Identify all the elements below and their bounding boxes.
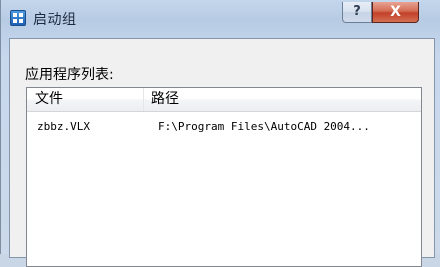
app-icon <box>10 10 26 26</box>
application-listview[interactable]: 文件 路径 zbbz.VLX F:\Program Files\AutoCAD … <box>26 87 422 267</box>
dialog-window: 启动组 ? X 应用程序列表: 文件 路径 zbbz.VLX F:\Progra… <box>0 0 440 267</box>
close-icon: X <box>390 4 401 20</box>
column-header-path[interactable]: 路径 <box>144 88 421 111</box>
list-header: 文件 路径 <box>27 88 421 112</box>
dialog-body: 应用程序列表: 文件 路径 zbbz.VLX F:\Program Files\… <box>9 38 435 267</box>
help-button[interactable]: ? <box>342 2 372 23</box>
close-button[interactable]: X <box>372 2 419 23</box>
help-icon: ? <box>353 4 361 19</box>
list-item[interactable]: zbbz.VLX F:\Program Files\AutoCAD 2004..… <box>27 118 421 140</box>
title-bar[interactable]: 启动组 ? X <box>1 0 440 34</box>
list-item-path: F:\Program Files\AutoCAD 2004... <box>158 120 370 133</box>
list-item-file: zbbz.VLX <box>37 120 90 133</box>
application-list-label: 应用程序列表: <box>25 67 114 83</box>
column-header-file[interactable]: 文件 <box>27 88 144 111</box>
window-title: 启动组 <box>33 12 77 28</box>
